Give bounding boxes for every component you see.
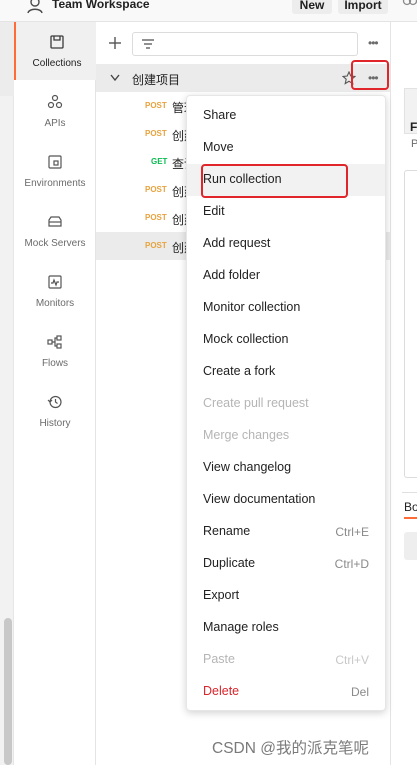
response-action-button[interactable] (404, 532, 417, 560)
environments-icon (48, 155, 62, 169)
menu-item-label: Rename (203, 524, 251, 538)
menu-item-label: Monitor collection (203, 300, 301, 314)
menu-item-label: Edit (203, 204, 225, 218)
menu-item-label: View documentation (203, 492, 316, 506)
menu-item-duplicate[interactable]: Duplicate Ctrl+D (187, 548, 385, 580)
menu-item-export[interactable]: Export (187, 580, 385, 612)
menu-item-run-collection[interactable]: Run collection (187, 164, 385, 198)
editor-content-area[interactable] (404, 170, 417, 478)
nav-item-flows[interactable]: Flows (14, 322, 96, 380)
response-body-tab[interactable]: Bo (404, 500, 417, 514)
menu-item-edit[interactable]: Edit (187, 196, 385, 228)
menu-item-label: Delete (203, 684, 240, 698)
more-options-icon[interactable]: ••• (368, 36, 379, 50)
collections-icon (50, 35, 64, 49)
nav-item-mock-servers[interactable]: Mock Servers (14, 202, 96, 260)
request-method: POST (145, 241, 167, 250)
menu-item-add-folder[interactable]: Add folder (187, 260, 385, 292)
request-method: POST (145, 185, 167, 194)
history-icon (47, 395, 62, 409)
request-method: POST (145, 213, 167, 222)
mock-servers-icon (48, 216, 62, 227)
menu-item-shortcut: Ctrl+E (335, 525, 369, 539)
menu-item-share[interactable]: Share (187, 100, 385, 132)
menu-item-label: Move (203, 140, 234, 154)
collections-toolbar: ••• (96, 22, 390, 62)
collection-more-button[interactable]: ••• (351, 60, 389, 90)
menu-item-create-pull-request: Create pull request (187, 388, 385, 420)
menu-item-move[interactable]: Move (187, 132, 385, 164)
menu-item-label: Share (203, 108, 237, 122)
menu-item-rename[interactable]: Rename Ctrl+E (187, 516, 385, 548)
left-scrollbar[interactable] (4, 618, 12, 765)
left-strip-header (0, 22, 14, 96)
menu-item-label: View changelog (203, 460, 292, 474)
nav-item-environments[interactable]: Environments (14, 142, 96, 200)
flows-icon (47, 335, 62, 349)
menu-item-monitor-collection[interactable]: Monitor collection (187, 292, 385, 324)
menu-item-paste: Paste Ctrl+V (187, 644, 385, 676)
menu-item-label: Create pull request (203, 396, 309, 410)
editor-divider (402, 492, 417, 493)
menu-item-label: Paste (203, 652, 235, 666)
chevron-down-icon[interactable] (110, 74, 120, 82)
filter-input[interactable] (132, 32, 358, 56)
menu-item-shortcut: Ctrl+V (335, 653, 369, 667)
watermark-text: CSDN @我的派克笔呢 (212, 740, 369, 757)
sidebar-nav: Collections APIs Environments Mock Serve… (14, 22, 96, 765)
plus-icon[interactable] (108, 36, 122, 50)
menu-item-mock-collection[interactable]: Mock collection (187, 324, 385, 356)
nav-item-collections[interactable]: Collections (14, 22, 96, 80)
collection-name: 创建项目 (132, 73, 181, 87)
nav-label-mock-servers: Mock Servers (24, 238, 86, 249)
request-method: GET (151, 157, 168, 166)
nav-label-collections: Collections (32, 58, 82, 69)
menu-item-label: Manage roles (203, 620, 279, 634)
menu-item-label: Export (203, 588, 240, 602)
menu-item-manage-roles[interactable]: Manage roles (187, 612, 385, 644)
nav-label-monitors: Monitors (35, 298, 75, 309)
team-workspace-icon (27, 0, 43, 14)
menu-item-delete[interactable]: Delete Del (187, 676, 385, 708)
workspace-header: Team Workspace New Import (0, 0, 417, 22)
menu-item-label: Add request (203, 236, 271, 250)
nav-item-history[interactable]: History (14, 382, 96, 440)
menu-item-shortcut: Del (350, 685, 369, 699)
sync-icon[interactable] (402, 0, 417, 10)
nav-label-history: History (39, 418, 71, 429)
workspace-title[interactable]: Team Workspace (52, 0, 150, 11)
menu-item-label: Create a fork (203, 364, 276, 378)
more-options-icon: ••• (368, 71, 379, 85)
nav-label-flows: Flows (41, 358, 69, 369)
new-button[interactable]: New (292, 0, 332, 14)
run-collection-highlight (201, 164, 348, 198)
apis-icon (47, 94, 63, 109)
collection-context-menu: Share Move Run collection Edit Add reque… (186, 95, 386, 711)
monitors-icon (48, 275, 62, 289)
menu-item-shortcut: Ctrl+D (334, 557, 369, 571)
request-editor-panel: F P Bo (390, 22, 417, 765)
nav-label-environments: Environments (24, 178, 86, 189)
request-method: POST (145, 101, 167, 110)
menu-item-label: Merge changes (203, 428, 290, 442)
request-method: POST (145, 129, 167, 138)
nav-item-monitors[interactable]: Monitors (14, 262, 96, 320)
menu-item-view-changelog[interactable]: View changelog (187, 452, 385, 484)
import-button[interactable]: Import (338, 0, 388, 14)
filter-icon (142, 39, 154, 49)
menu-item-create-fork[interactable]: Create a fork (187, 356, 385, 388)
collection-row[interactable]: 创建项目 ••• (96, 60, 390, 92)
menu-item-label: Add folder (203, 268, 260, 282)
menu-item-view-documentation[interactable]: View documentation (187, 484, 385, 516)
response-tab-indicator (404, 517, 417, 519)
menu-item-add-request[interactable]: Add request (187, 228, 385, 260)
nav-item-apis[interactable]: APIs (14, 82, 96, 140)
menu-item-label: Duplicate (203, 556, 256, 570)
menu-item-merge-changes: Merge changes (187, 420, 385, 452)
nav-label-apis: APIs (44, 118, 66, 129)
editor-param-label: P (411, 138, 417, 150)
editor-tab-label: F (410, 120, 417, 134)
menu-item-label: Mock collection (203, 332, 289, 346)
